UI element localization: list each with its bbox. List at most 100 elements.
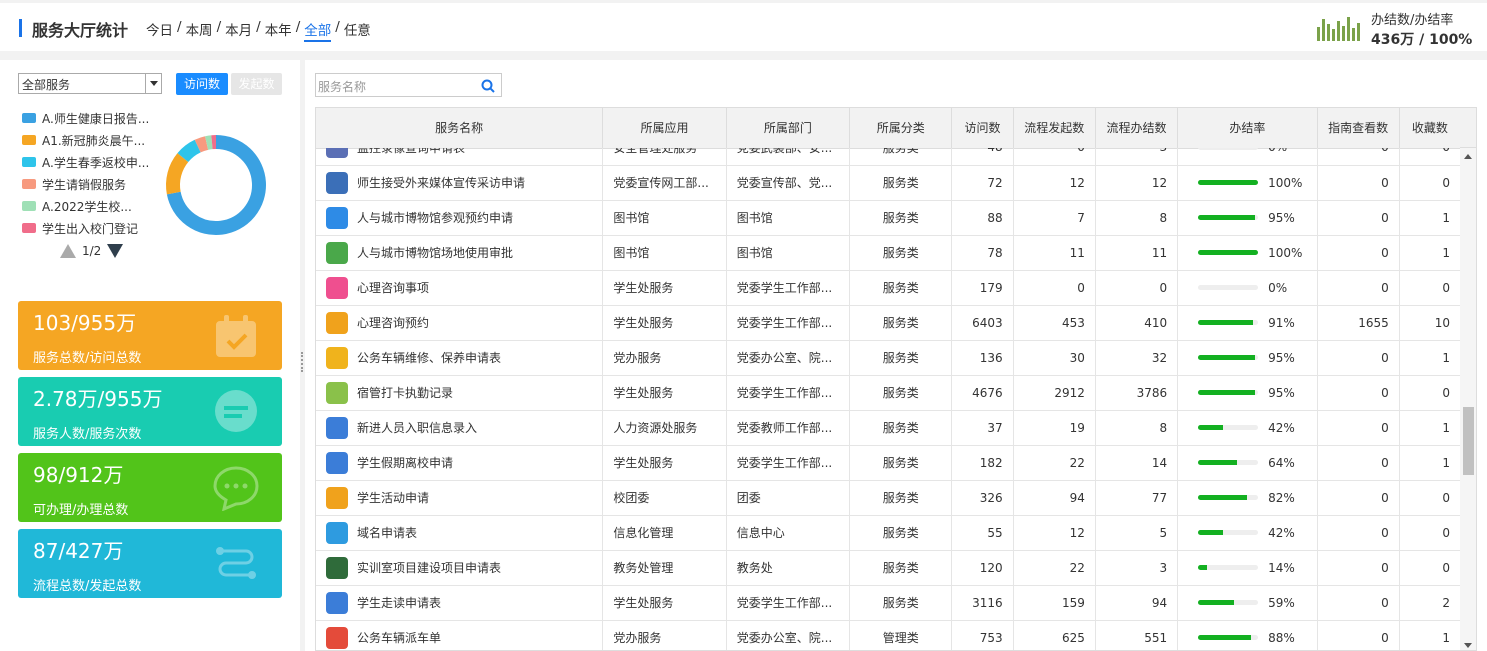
cell-dept: 党委办公室、院...: [726, 620, 851, 650]
legend-item[interactable]: A.学生春季返校申...: [22, 151, 149, 173]
column-header[interactable]: 流程办结数: [1095, 108, 1179, 149]
donut-slice[interactable]: [205, 135, 213, 150]
heart-balloon-icon: [326, 276, 348, 299]
chevron-down-icon[interactable]: [145, 74, 161, 93]
cell-service-name[interactable]: 公务车辆维修、保养申请表: [316, 340, 604, 376]
column-header[interactable]: 流程发起数: [1013, 108, 1096, 149]
period-all[interactable]: 全部: [304, 19, 332, 42]
cell-app: 图书馆: [602, 235, 727, 271]
cell-dept: 党委办公室、院...: [726, 340, 851, 376]
cell-category: 服务类: [849, 305, 953, 341]
cell-service-name[interactable]: 人与城市博物馆参观预约申请: [316, 200, 604, 236]
table-row[interactable]: 公务车辆派车单 党办服务 党委办公室、院... 管理类 753 625 551 …: [316, 620, 1461, 650]
cell-visits: 326: [951, 480, 1014, 516]
cell-completed: 0: [1095, 270, 1179, 306]
cell-service-name[interactable]: 人与城市博物馆场地使用审批: [316, 235, 604, 271]
cell-guide-views: 0: [1317, 480, 1400, 516]
table-row[interactable]: 人与城市博物馆参观预约申请 图书馆 图书馆 服务类 88 7 8 95% 0 1: [316, 200, 1461, 236]
column-header[interactable]: 办结率: [1177, 108, 1318, 149]
column-header[interactable]: 所属分类: [849, 108, 953, 149]
cell-service-name[interactable]: 心理咨询预约: [316, 305, 604, 341]
cell-service-name[interactable]: 学生走读申请表: [316, 585, 604, 621]
scroll-down-icon[interactable]: [1464, 643, 1472, 648]
table-row[interactable]: 人与城市博物馆场地使用审批 图书馆 图书馆 服务类 78 11 11 100% …: [316, 235, 1461, 271]
column-header[interactable]: 指南查看数: [1317, 108, 1400, 149]
period-custom[interactable]: 任意: [344, 19, 371, 42]
column-header[interactable]: 服务名称: [316, 108, 604, 149]
cell-dept: 党委武装部、安...: [726, 148, 851, 166]
table-row[interactable]: 师生接受外来媒体宣传采访申请 党委宣传网工部... 党委宣传部、党... 服务类…: [316, 165, 1461, 201]
cell-visits: 182: [951, 445, 1014, 481]
cell-service-name[interactable]: 师生接受外来媒体宣传采访申请: [316, 165, 604, 201]
table-row[interactable]: 心理咨询事项 学生处服务 党委学生工作部... 服务类 179 0 0 0% 0…: [316, 270, 1461, 306]
scroll-up-icon[interactable]: [1464, 154, 1472, 159]
completion-rate-value: 436万 / 100%: [1371, 32, 1473, 48]
cell-visits: 48: [951, 148, 1014, 166]
service-search-input[interactable]: 服务名称: [315, 73, 502, 97]
start-count-button[interactable]: 发起数: [231, 73, 282, 95]
legend-item[interactable]: 学生请销假服务: [22, 173, 149, 195]
stat-card-value: 103/955万: [33, 311, 137, 335]
table-row[interactable]: 学生假期离校申请 学生处服务 党委学生工作部... 服务类 182 22 14 …: [316, 445, 1461, 481]
cell-visits: 88: [951, 200, 1014, 236]
table-row[interactable]: 域名申请表 信息化管理 信息中心 服务类 55 12 5 42% 0 0: [316, 515, 1461, 551]
visit-count-button[interactable]: 访问数: [176, 73, 228, 95]
table-row[interactable]: 实训室项目建设项目申请表 教务处管理 教务处 服务类 120 22 3 14% …: [316, 550, 1461, 586]
legend-item[interactable]: A.2022学生校...: [22, 195, 149, 217]
cell-favorites: 0: [1399, 480, 1461, 516]
legend-pager: 1/2: [60, 244, 124, 258]
donut-slice[interactable]: [194, 136, 209, 153]
donut-slice[interactable]: [177, 139, 201, 163]
cell-service-name[interactable]: 宿管打卡执勤记录: [316, 375, 604, 411]
cell-favorites: 0: [1399, 375, 1461, 411]
period-week[interactable]: 本周: [186, 19, 213, 42]
table-scrollbar[interactable]: [1460, 148, 1476, 650]
table-row[interactable]: 公务车辆维修、保养申请表 党办服务 党委办公室、院... 服务类 136 30 …: [316, 340, 1461, 376]
legend-item[interactable]: A.师生健康日报告...: [22, 107, 149, 129]
cell-started: 625: [1013, 620, 1096, 650]
table-row[interactable]: 监控录像查询申请表 安全管理处服务 党委武装部、安... 服务类 48 0 3 …: [316, 148, 1461, 166]
message-icon: [213, 466, 259, 511]
cell-guide-views: 0: [1317, 620, 1400, 650]
page-up-icon[interactable]: [60, 244, 76, 258]
cell-completion-rate: 88%: [1177, 620, 1318, 650]
column-header[interactable]: 所属应用: [602, 108, 727, 149]
table-row[interactable]: 学生走读申请表 学生处服务 党委学生工作部... 服务类 3116 159 94…: [316, 585, 1461, 621]
cell-guide-views: 0: [1317, 585, 1400, 621]
column-header[interactable]: 所属部门: [726, 108, 851, 149]
cell-service-name[interactable]: 学生假期离校申请: [316, 445, 604, 481]
donut-slice[interactable]: [166, 153, 189, 195]
table-row[interactable]: 学生活动申请 校团委 团委 服务类 326 94 77 82% 0 0: [316, 480, 1461, 516]
scrollbar-thumb[interactable]: [1463, 407, 1474, 475]
cell-service-name[interactable]: 心理咨询事项: [316, 270, 604, 306]
cell-completed: 3: [1095, 148, 1179, 166]
cell-visits: 72: [951, 165, 1014, 201]
page-down-icon[interactable]: [107, 244, 124, 258]
period-year[interactable]: 本年: [265, 19, 292, 42]
search-icon[interactable]: [481, 79, 495, 93]
legend-label: A.学生春季返校申...: [42, 155, 150, 170]
cell-service-name[interactable]: 公务车辆派车单: [316, 620, 604, 650]
period-today[interactable]: 今日: [146, 19, 173, 42]
cell-service-name[interactable]: 学生活动申请: [316, 480, 604, 516]
table-row[interactable]: 宿管打卡执勤记录 学生处服务 党委学生工作部... 服务类 4676 2912 …: [316, 375, 1461, 411]
legend-item[interactable]: A1.新冠肺炎晨午...: [22, 129, 149, 151]
cell-category: 服务类: [849, 148, 953, 166]
service-select[interactable]: 全部服务: [18, 73, 162, 94]
service-name-text: 心理咨询预约: [357, 316, 430, 330]
column-header[interactable]: 收藏数: [1399, 108, 1462, 149]
cell-service-name[interactable]: 实训室项目建设项目申请表: [316, 550, 604, 586]
table-row[interactable]: 新进人员入职信息录入 人力资源处服务 党委教师工作部... 服务类 37 19 …: [316, 410, 1461, 446]
completion-rate-text: 95%: [1268, 350, 1295, 365]
cell-service-name[interactable]: 新进人员入职信息录入: [316, 410, 604, 446]
completion-rate-text: 82%: [1268, 490, 1295, 505]
cell-service-name[interactable]: 域名申请表: [316, 515, 604, 551]
column-header[interactable]: 访问数: [951, 108, 1014, 149]
period-month[interactable]: 本月: [225, 19, 252, 42]
cell-service-name[interactable]: 监控录像查询申请表: [316, 148, 604, 166]
table-row[interactable]: 心理咨询预约 学生处服务 党委学生工作部... 服务类 6403 453 410…: [316, 305, 1461, 341]
legend-item[interactable]: 学生出入校门登记: [22, 217, 149, 239]
page-title: 服务大厅统计: [32, 21, 129, 40]
cell-category: 服务类: [849, 515, 953, 551]
cell-favorites: 1: [1399, 620, 1461, 650]
